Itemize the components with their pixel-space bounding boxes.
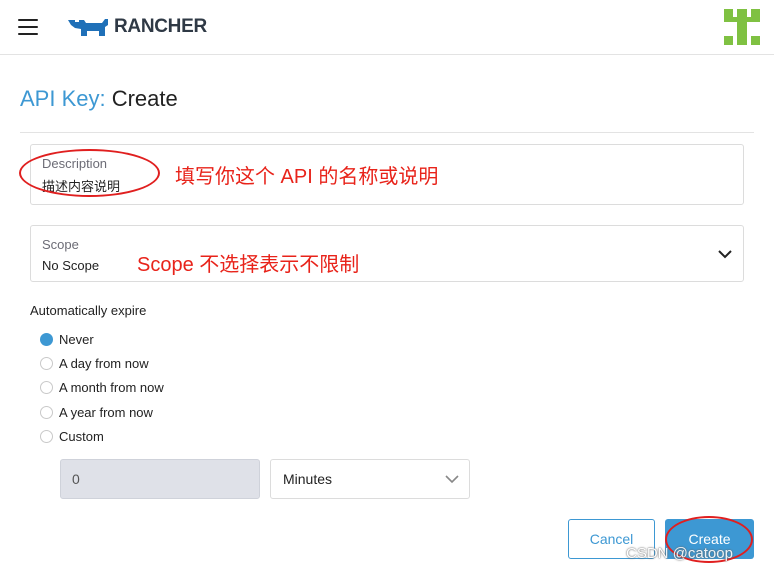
radio-never[interactable]: Never — [40, 330, 94, 348]
page-title: API Key: Create — [20, 86, 178, 112]
radio-label-day: A day from now — [59, 355, 149, 371]
logo-text: RANCHER — [114, 16, 207, 37]
radio-label-year: A year from now — [59, 404, 153, 420]
scope-annotation: Scope 不选择表示不限制 — [137, 254, 360, 276]
scope-value: No Scope — [42, 258, 100, 273]
radio-day[interactable]: A day from now — [40, 354, 149, 372]
radio-checked-icon[interactable] — [40, 332, 53, 346]
duration-unit-select[interactable]: Minutes — [270, 459, 470, 499]
chevron-down-icon — [445, 475, 459, 484]
expire-label: Automatically expire — [30, 303, 147, 318]
custom-duration-input[interactable]: 0 — [60, 459, 260, 499]
radio-year[interactable]: A year from now — [40, 403, 153, 421]
radio-icon[interactable] — [40, 405, 53, 419]
scope-label: Scope — [42, 237, 79, 252]
rancher-cow-icon — [68, 19, 108, 36]
radio-custom[interactable]: Custom — [40, 427, 104, 445]
watermark: CSDN @catoop — [626, 545, 733, 562]
radio-label-never: Never — [59, 331, 94, 347]
description-label: Description — [42, 156, 108, 171]
radio-icon[interactable] — [40, 380, 53, 394]
user-avatar[interactable] — [724, 9, 760, 45]
rancher-logo[interactable]: RANCHER — [66, 14, 207, 40]
radio-icon[interactable] — [40, 429, 53, 443]
radio-icon[interactable] — [40, 356, 53, 370]
radio-label-custom: Custom — [59, 428, 104, 444]
menu-icon[interactable] — [18, 19, 38, 35]
duration-unit-value: Minutes — [283, 471, 333, 487]
divider — [20, 132, 754, 133]
description-annotation: 填写你这个 API 的名称或说明 — [175, 166, 439, 188]
chevron-down-icon — [718, 250, 732, 259]
radio-label-month: A month from now — [59, 379, 164, 395]
page-title-label: API Key: — [20, 86, 106, 111]
radio-month[interactable]: A month from now — [40, 378, 164, 396]
page-title-value: Create — [111, 86, 178, 111]
top-bar: RANCHER — [0, 0, 774, 55]
description-value[interactable]: 描述内容说明 — [42, 176, 120, 195]
